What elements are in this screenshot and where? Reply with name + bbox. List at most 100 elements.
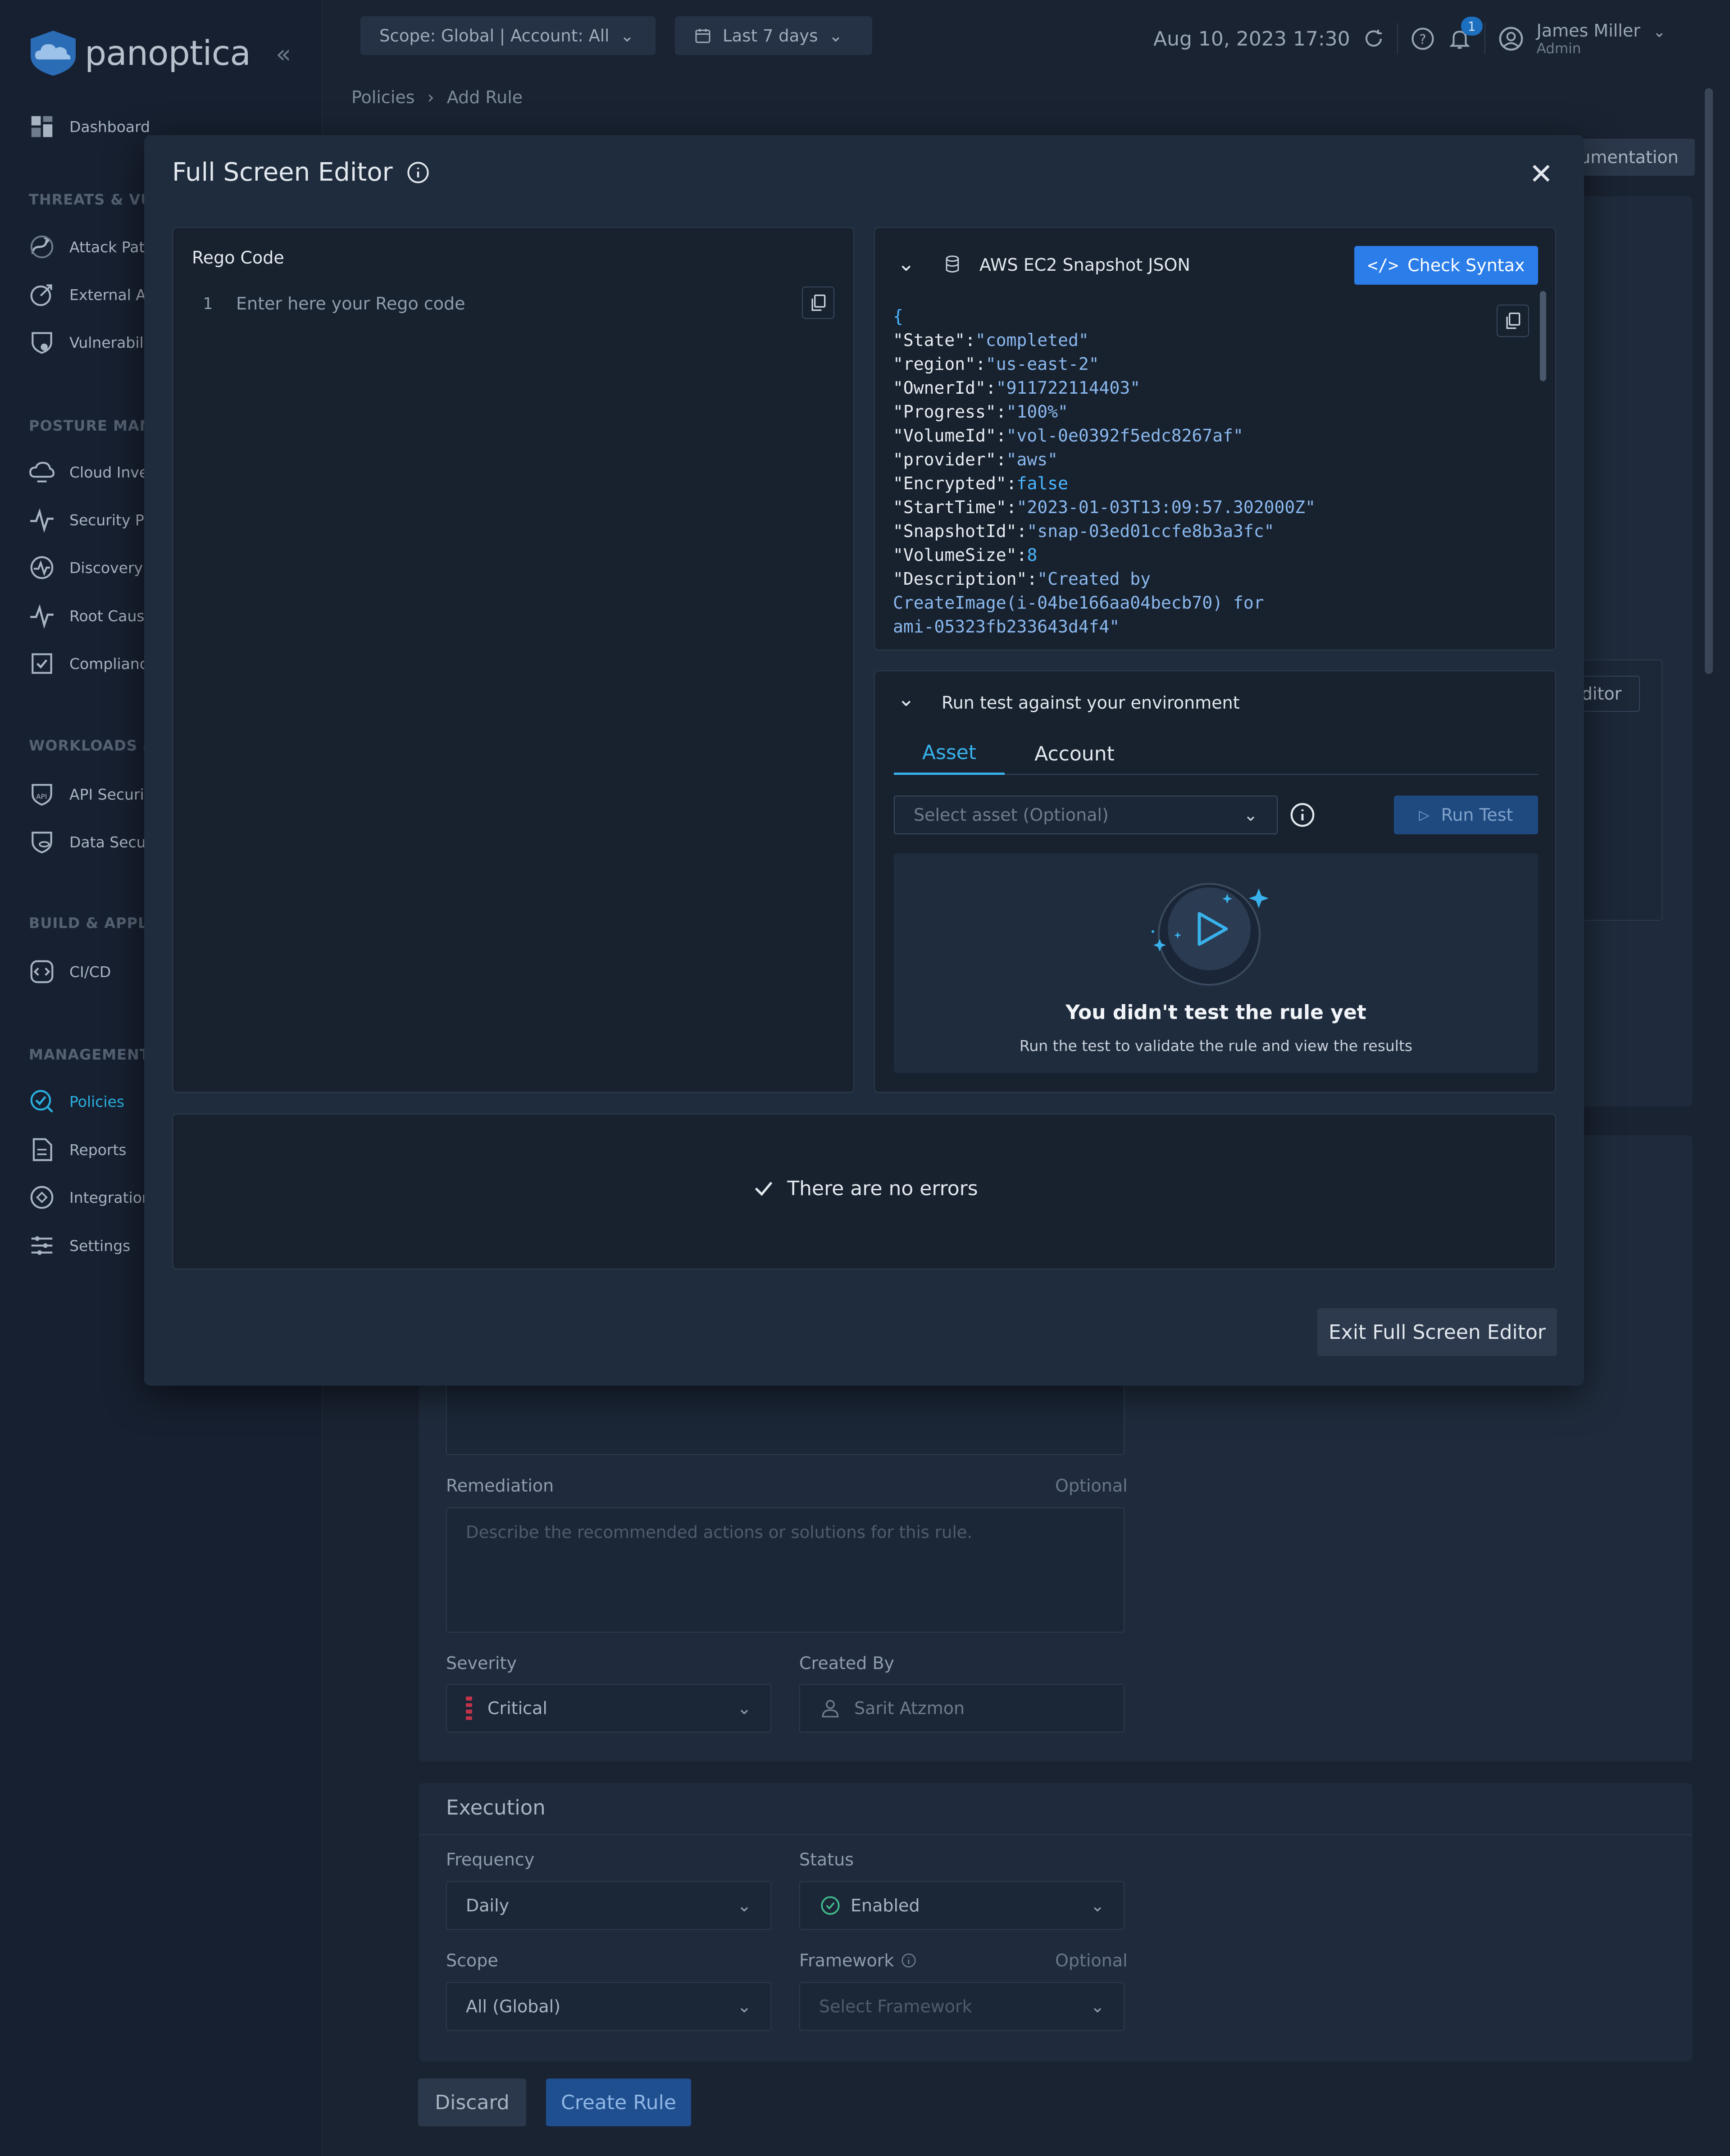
breadcrumb-parent[interactable]: Policies <box>351 87 415 107</box>
scope-label: Scope: Global | Account: All <box>379 26 610 45</box>
chevron-down-icon: ⌄ <box>620 26 634 45</box>
close-icon[interactable]: ✕ <box>1529 158 1553 191</box>
json-scrollbar[interactable] <box>1540 291 1546 381</box>
sidebar-item-settings[interactable]: Settings <box>28 1228 130 1264</box>
created-by-value: Sarit Atzmon <box>854 1698 965 1718</box>
severity-label: Severity <box>446 1653 517 1673</box>
chevron-down-icon: ⌄ <box>737 1997 751 2016</box>
scope-select[interactable]: All (Global) ⌄ <box>446 1982 771 2031</box>
panoptica-logo-icon <box>31 31 76 76</box>
errors-panel: There are no errors <box>172 1114 1556 1269</box>
info-icon[interactable] <box>1289 802 1316 828</box>
attack-path-icon <box>30 235 54 259</box>
info-icon[interactable] <box>900 1952 917 1969</box>
sidebar-item-label: Vulnerabili <box>69 333 148 351</box>
date-range-selector[interactable]: Last 7 days ⌄ <box>675 16 872 55</box>
select-asset-dropdown[interactable]: Select asset (Optional) ⌄ <box>894 796 1278 834</box>
sidebar-item-api-security[interactable]: API API Securit <box>28 776 150 812</box>
notifications[interactable]: 1 <box>1448 17 1483 51</box>
create-rule-button[interactable]: Create Rule <box>546 2079 691 2126</box>
cloud-inventory-icon <box>29 462 55 482</box>
line-number: 1 <box>203 295 213 313</box>
check-syntax-label: Check Syntax <box>1407 255 1525 275</box>
sidebar-item-cloud-inventory[interactable]: Cloud Inve <box>28 454 148 490</box>
remediation-textarea[interactable]: Describe the recommended actions or solu… <box>446 1507 1124 1633</box>
sidebar-item-vulnerability[interactable]: Vulnerabili <box>28 324 148 360</box>
sidebar-item-security-posture[interactable]: Security Po <box>28 502 153 538</box>
collapse-chevron-icon[interactable]: ⌄ <box>897 687 915 711</box>
reports-icon <box>32 1138 52 1161</box>
tab-asset[interactable]: Asset <box>894 732 1005 775</box>
sidebar-item-label: Settings <box>69 1237 131 1255</box>
status-label: Status <box>799 1850 854 1869</box>
tab-account[interactable]: Account <box>1019 732 1130 775</box>
help-icon[interactable]: ? <box>1411 27 1435 51</box>
description-textarea[interactable] <box>446 1378 1124 1455</box>
policies-icon <box>30 1090 53 1113</box>
rego-code-input[interactable]: Enter here your Rego code <box>236 294 465 314</box>
sidebar-item-data-security[interactable]: Data Secur <box>28 824 152 860</box>
collapse-sidebar-icon[interactable]: « <box>276 40 291 69</box>
sidebar-item-label: Dashboard <box>69 118 150 136</box>
snapshot-json-panel: ⌄ AWS EC2 Snapshot JSON </> Check Syntax… <box>874 227 1556 650</box>
chevron-down-icon[interactable]: ⌄ <box>1653 23 1666 41</box>
divider <box>1397 23 1398 55</box>
sidebar-item-label: CI/CD <box>69 963 111 981</box>
play-illustration-icon <box>1152 883 1269 986</box>
sidebar-item-integrations[interactable]: Integration <box>28 1179 151 1215</box>
json-viewer: { "State":"completed" "region":"us-east-… <box>893 305 1524 639</box>
severity-select[interactable]: Critical ⌄ <box>446 1684 771 1733</box>
sidebar-item-cicd[interactable]: CI/CD <box>28 954 111 990</box>
compliance-icon <box>32 653 52 674</box>
user-name: James Miller <box>1536 21 1640 41</box>
frequency-select[interactable]: Daily ⌄ <box>446 1881 771 1930</box>
sidebar-item-label: Integration <box>69 1188 151 1206</box>
exit-full-screen-button[interactable]: Exit Full Screen Editor <box>1317 1308 1557 1356</box>
refresh-icon[interactable] <box>1363 28 1384 50</box>
copy-icon[interactable] <box>802 287 834 319</box>
remediation-label: Remediation <box>446 1476 554 1496</box>
discard-button[interactable]: Discard <box>418 2079 526 2126</box>
security-posture-icon <box>30 508 54 533</box>
sidebar-item-attack-path[interactable]: Attack Path <box>28 229 154 265</box>
rego-code-editor[interactable]: Rego Code 1 Enter here your Rego code <box>172 227 854 1093</box>
run-test-button[interactable]: ▷ Run Test <box>1394 796 1538 834</box>
json-line-wrap: CreateImage(i-04be166aa04becb70) for <box>893 593 1264 613</box>
chevron-down-icon: ⌄ <box>737 1896 751 1915</box>
sidebar-item-policies[interactable]: Policies <box>28 1083 124 1119</box>
json-line: "OwnerId":"911722114403" <box>893 378 1141 398</box>
sidebar-item-label: Cloud Inve <box>69 463 149 481</box>
sidebar-item-reports[interactable]: Reports <box>28 1132 127 1168</box>
json-line: "provider":"aws" <box>893 450 1058 469</box>
check-syntax-button[interactable]: </> Check Syntax <box>1354 246 1538 285</box>
user-avatar-icon[interactable] <box>1498 26 1524 52</box>
sidebar-item-label: External At <box>69 286 152 304</box>
page-scrollbar[interactable] <box>1705 88 1713 674</box>
sidebar-item-root-cause[interactable]: Root Caus <box>28 598 145 634</box>
discovery-icon <box>30 556 54 579</box>
no-errors-message: There are no errors <box>173 1177 1557 1200</box>
sidebar-item-compliance[interactable]: Complianc <box>28 646 148 682</box>
sidebar-item-external-attack[interactable]: External At <box>28 277 151 313</box>
framework-select[interactable]: Select Framework ⌄ <box>799 1982 1124 2031</box>
calendar-icon <box>695 29 710 43</box>
sidebar-item-dashboard[interactable]: Dashboard <box>28 109 150 145</box>
svg-text:?: ? <box>1419 32 1426 47</box>
scope-selector[interactable]: Scope: Global | Account: All ⌄ <box>360 16 656 55</box>
json-line: "Description":"Created by <box>893 569 1151 589</box>
timestamp: Aug 10, 2023 17:30 <box>1153 27 1350 50</box>
modal-header: Full Screen Editor <box>172 158 430 187</box>
sidebar-item-discovery[interactable]: Discovery <box>28 550 143 586</box>
info-icon[interactable] <box>406 161 430 184</box>
svg-text:API: API <box>36 792 47 801</box>
logo[interactable]: panoptica <box>26 28 251 77</box>
rego-title: Rego Code <box>192 248 284 268</box>
user-menu[interactable]: James Miller Admin <box>1537 21 1640 57</box>
execution-title: Execution <box>446 1796 546 1819</box>
status-select[interactable]: Enabled ⌄ <box>799 1881 1124 1930</box>
frequency-value: Daily <box>466 1896 510 1915</box>
collapse-chevron-icon[interactable]: ⌄ <box>897 251 915 276</box>
sidebar-item-label: Policies <box>69 1092 125 1110</box>
severity-critical-icon <box>466 1697 472 1720</box>
sidebar-item-label: API Securit <box>69 785 150 803</box>
